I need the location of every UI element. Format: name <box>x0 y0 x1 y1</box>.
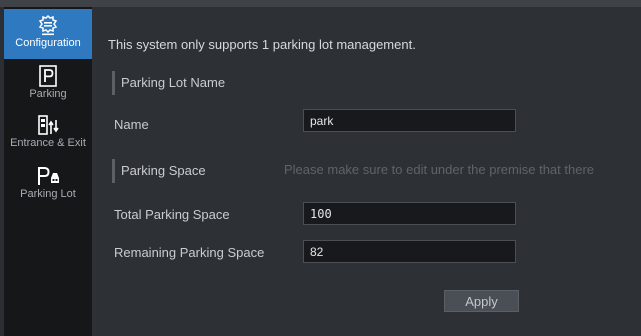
notice-text: This system only supports 1 parking lot … <box>108 37 416 52</box>
name-label: Name <box>114 117 149 132</box>
name-input[interactable]: park <box>303 109 516 132</box>
sidebar-item-parking-lot[interactable]: Parking Lot <box>4 165 92 209</box>
sidebar-item-label: Parking Lot <box>20 188 76 200</box>
sidebar-item-label: Parking <box>29 88 67 100</box>
total-parking-space-input[interactable]: 100 <box>303 202 516 225</box>
parking-lot-icon <box>38 167 59 185</box>
entrance-exit-icon <box>38 115 59 135</box>
apply-button[interactable]: Apply <box>444 290 519 312</box>
sidebar-item-label: Configuration <box>15 37 81 49</box>
sidebar-item-label: Entrance & Exit <box>10 137 86 149</box>
top-border <box>0 0 641 7</box>
remaining-parking-space-label: Remaining Parking Space <box>114 245 265 260</box>
section-parking-space: Parking Space <box>112 159 206 183</box>
total-parking-space-label: Total Parking Space <box>114 207 230 222</box>
sidebar-item-parking[interactable]: Parking <box>4 65 92 107</box>
main-content: This system only supports 1 parking lot … <box>92 7 641 336</box>
section-parking-lot-name: Parking Lot Name <box>112 71 225 95</box>
sidebar-item-configuration[interactable]: Configuration <box>4 9 92 59</box>
parking-p-icon <box>39 65 57 87</box>
sidebar-item-entrance-exit[interactable]: Entrance & Exit <box>4 114 92 158</box>
sidebar: Configuration Parking Entrance & Exit Pa… <box>4 7 92 336</box>
remaining-parking-space-input[interactable]: 82 <box>303 240 516 263</box>
gear-config-icon <box>38 14 58 36</box>
parking-space-hint: Please make sure to edit under the premi… <box>284 162 595 177</box>
